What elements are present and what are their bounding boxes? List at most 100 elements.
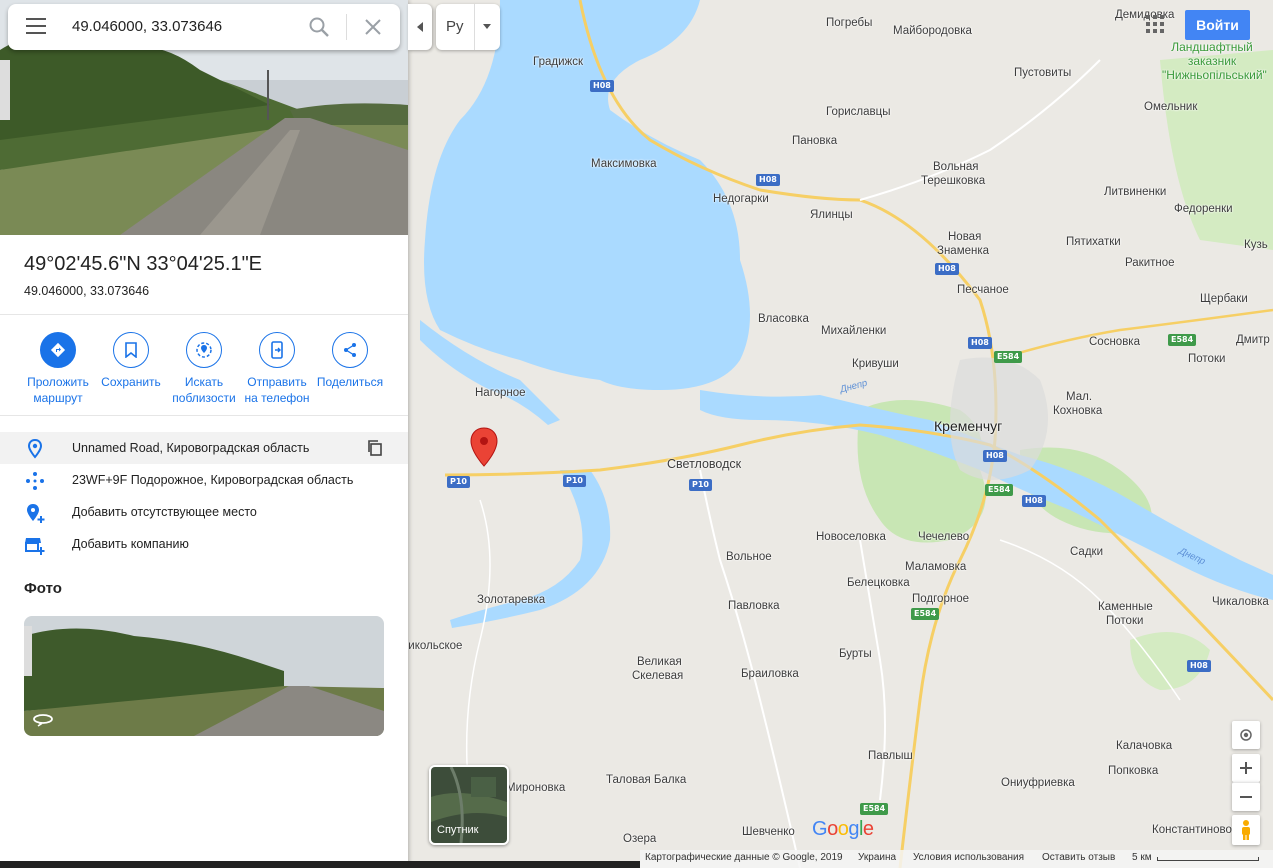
road-shield: H08 (590, 80, 614, 92)
map-label-city: Кременчуг (934, 418, 1003, 434)
feedback-link[interactable]: Оставить отзыв (1042, 852, 1115, 863)
map-label: Пановка (792, 135, 838, 147)
map-label: Бурты (839, 648, 872, 660)
map-label: Ялинцы (810, 209, 853, 221)
google-logo: Google (812, 818, 874, 840)
language-selector[interactable]: Ру (436, 4, 500, 50)
map-label: Никольское (400, 640, 463, 652)
search-box[interactable]: 49.046000, 33.073646 (8, 4, 400, 50)
map-label: Кривуши (852, 358, 899, 370)
road-shield: P10 (689, 479, 712, 491)
map-label: Литвиненки (1104, 186, 1167, 198)
map-label: Терешковка (921, 175, 986, 187)
map-label: Новая (948, 231, 982, 243)
add-business-text: Добавить компанию (72, 537, 189, 551)
add-place-row[interactable]: Добавить отсутствующее место (0, 496, 408, 528)
chevron-down-icon (483, 24, 491, 29)
plus-code-icon (24, 470, 46, 497)
map-label: Каменные (1098, 601, 1153, 613)
save-button[interactable]: Сохранить (93, 332, 169, 390)
map-label: Великая (637, 656, 682, 668)
map-label: Подгорное (912, 593, 969, 605)
action-label: на телефон (244, 391, 310, 405)
map-label: Золотаревка (477, 594, 546, 606)
menu-icon[interactable] (26, 18, 46, 36)
map-footer: Картографические данные © Google, 2019 У… (640, 850, 1273, 868)
divider (0, 314, 408, 315)
terms-link[interactable]: Условия использования (913, 852, 1024, 863)
map-label: Ониуфриевка (1001, 777, 1075, 789)
chevron-left-icon (417, 22, 423, 32)
map-label: Максимовка (591, 158, 657, 170)
apps-grid-icon[interactable] (1146, 15, 1164, 38)
map-label: Константиново (1152, 824, 1232, 836)
zoom-out-button[interactable] (1232, 782, 1260, 811)
minus-icon (1240, 796, 1252, 798)
photo-thumbnail[interactable] (24, 616, 384, 736)
map-label: Гориславцы (826, 106, 891, 118)
plus-icon (1240, 762, 1252, 774)
scale-bar[interactable] (1157, 857, 1259, 861)
search-icon[interactable] (308, 16, 330, 43)
road-shield: E584 (1168, 334, 1197, 346)
place-panel: 49°02'45.6"N 33°04'25.1"E 49.046000, 33.… (0, 0, 408, 868)
map-label: Вольная (933, 161, 979, 173)
scale-label[interactable]: 5 км (1132, 852, 1152, 863)
road-shield: P10 (447, 476, 470, 488)
map-label: Павловка (728, 600, 780, 612)
map-label: Майбородовка (893, 25, 972, 37)
map-label: Градижск (533, 56, 583, 68)
action-label: Отправить (247, 375, 307, 389)
map-label: Чикаловка (1212, 596, 1269, 608)
copy-icon[interactable] (366, 439, 384, 462)
road-shield: H08 (1187, 660, 1211, 672)
pluscode-row[interactable]: 23WF+9F Подорожное, Кировоградская облас… (0, 464, 408, 496)
action-label: Искать (184, 375, 224, 389)
map-label: Михайленки (821, 325, 887, 337)
search-input[interactable]: 49.046000, 33.073646 (72, 18, 222, 35)
map-label: Власовка (758, 313, 809, 325)
collapse-panel-button[interactable] (408, 4, 432, 50)
map-label: Нагорное (475, 387, 526, 399)
address-row[interactable]: Unnamed Road, Кировоградская область (0, 432, 408, 464)
action-label: поблизости (172, 391, 236, 405)
map-label: Федоренки (1174, 203, 1233, 215)
action-label: Сохранить (101, 375, 161, 389)
satellite-toggle[interactable]: Спутник (429, 765, 509, 845)
zoom-in-button[interactable] (1232, 754, 1260, 782)
road-shield: E584 (911, 608, 940, 620)
search-nearby-button[interactable]: Искать поблизости (166, 332, 242, 406)
add-location-icon (24, 502, 46, 529)
country-link[interactable]: Украина (858, 852, 896, 863)
nearby-icon (186, 332, 222, 368)
road-shield: P10 (563, 475, 586, 487)
directions-button[interactable]: Проложить маршрут (20, 332, 96, 406)
map-label: Дмитр (1236, 334, 1270, 346)
map-label: Недогарки (713, 193, 769, 205)
action-label: маршрут (33, 391, 83, 405)
share-button[interactable]: Поделиться (312, 332, 388, 390)
add-business-icon (24, 534, 46, 561)
map-label: Знаменка (937, 245, 990, 257)
pegman-button[interactable] (1232, 815, 1260, 845)
close-icon[interactable] (362, 16, 384, 43)
map-label: Кузь (1244, 239, 1268, 251)
share-icon (332, 332, 368, 368)
login-button[interactable]: Войти (1185, 10, 1250, 40)
copyright-text: Картографические данные © Google, 2019 (645, 852, 843, 863)
map-label: Таловая Балка (606, 774, 687, 786)
my-location-button[interactable] (1232, 721, 1260, 749)
send-to-phone-button[interactable]: Отправить на телефон (239, 332, 315, 406)
map-label: Садки (1070, 546, 1103, 558)
map-label: Пятихатки (1066, 236, 1121, 248)
add-business-row[interactable]: Добавить компанию (0, 528, 408, 560)
divider (0, 415, 408, 416)
pluscode-text: 23WF+9F Подорожное, Кировоградская облас… (72, 473, 354, 487)
road-shield: H08 (983, 450, 1007, 462)
map-label: Чечелево (918, 531, 970, 543)
address-text: Unnamed Road, Кировоградская область (72, 441, 310, 455)
map-label: Калачовка (1116, 740, 1173, 752)
satellite-label: Спутник (437, 824, 479, 836)
bookmark-icon (113, 332, 149, 368)
my-location-icon (1240, 729, 1252, 741)
